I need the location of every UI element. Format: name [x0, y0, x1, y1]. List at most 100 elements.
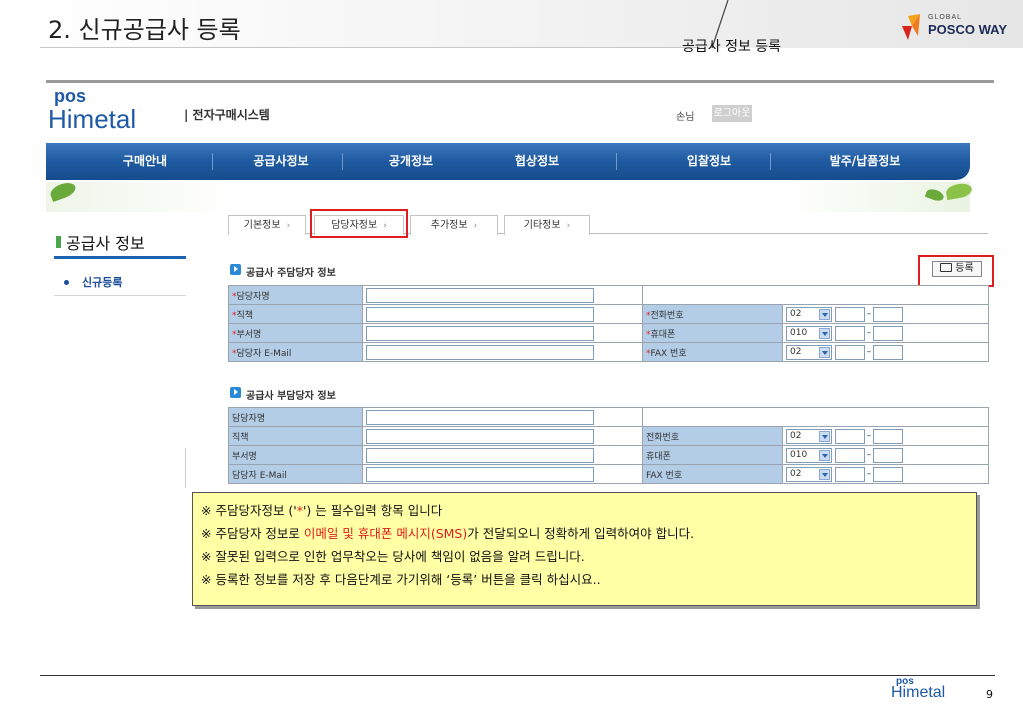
fax-middle-input[interactable]: [834, 466, 865, 482]
tab-arrow-icon: ›: [473, 221, 478, 231]
nav-item-public-info[interactable]: 공개정보: [356, 143, 466, 180]
secondary-department-input[interactable]: [366, 447, 594, 463]
area-code-select[interactable]: 02: [786, 428, 832, 444]
field-cell: [362, 342, 643, 362]
tab-label: 추가정보: [430, 220, 468, 231]
dash-separator: –: [866, 431, 872, 441]
secondary-name-input[interactable]: [366, 409, 594, 425]
leaf-decoration: [924, 187, 946, 203]
phone-last-input[interactable]: [872, 428, 903, 444]
notice-line: ※ 주담당자 정보로 이메일 및 휴대폰 메시지(SMS)가 전달되오니 정확하…: [201, 522, 976, 545]
tab-arrow-icon: ›: [566, 221, 571, 231]
field-label: *전화번호: [642, 304, 783, 324]
label-text: 담당자명: [236, 291, 270, 302]
select-value: 02: [790, 308, 802, 319]
nav-item-purchase-guide[interactable]: 구매안내: [90, 143, 200, 180]
nav-item-bid-info[interactable]: 입찰정보: [654, 143, 764, 180]
form-row: 담당자 E-Mail FAX 번호 02 –: [228, 464, 989, 484]
decorative-band: [46, 179, 974, 212]
field-cell: [362, 323, 643, 343]
fax-middle-input[interactable]: [834, 344, 865, 360]
secondary-position-input[interactable]: [366, 428, 594, 444]
mobile-cell: 010 –: [782, 323, 989, 343]
field-label: *부서명: [228, 323, 363, 343]
section-arrow-icon: [230, 387, 241, 398]
primary-contact-form: *담당자명 *직책 *전화번호 02 – *부서명 *휴대폰 010 – *담당…: [228, 285, 989, 362]
notice-highlight-text: 이메일 및 휴대폰 메시지(SMS): [303, 526, 468, 541]
label-text: 직책: [236, 310, 254, 321]
empty-cell: [642, 285, 989, 305]
nav-separator: [212, 153, 213, 170]
mobile-middle-input[interactable]: [834, 325, 865, 341]
fax-last-input[interactable]: [872, 344, 903, 360]
phone-middle-input[interactable]: [834, 306, 865, 322]
nav-separator: [616, 153, 617, 170]
form-row: 담당자명: [228, 407, 989, 427]
himetal-logo[interactable]: pos Himetal: [48, 86, 198, 136]
field-label: *휴대폰: [642, 323, 783, 343]
primary-name-input[interactable]: [366, 287, 594, 303]
leaf-decoration: [48, 179, 78, 203]
field-cell: [362, 445, 643, 465]
label-text: 담당자 E-Mail: [236, 348, 292, 359]
empty-cell: [642, 407, 989, 427]
bullet-icon: [64, 280, 69, 285]
select-value: 010: [790, 327, 808, 338]
screenshot-top-border: [46, 80, 994, 83]
fax-cell: 02 –: [782, 342, 989, 362]
mobile-prefix-select[interactable]: 010: [786, 447, 832, 463]
area-code-select[interactable]: 02: [786, 306, 832, 322]
form-row: *직책 *전화번호 02 –: [228, 304, 989, 324]
sidebar-divider: [185, 448, 186, 488]
secondary-section-heading: 공급사 부담당자 정보: [246, 391, 336, 402]
dropdown-arrow-icon: [819, 468, 830, 480]
sidebar-title-underline: [54, 256, 186, 259]
sidebar-divider: [54, 295, 186, 296]
guest-label: 손님: [676, 112, 695, 123]
sidebar-item-new-registration[interactable]: 신규등록: [82, 274, 122, 290]
main-nav: 구매안내 공급사정보 공개정보 협상정보 입찰정보 발주/납품정보: [46, 143, 970, 180]
phone-middle-input[interactable]: [834, 428, 865, 444]
nav-item-negotiation-info[interactable]: 협상정보: [482, 143, 592, 180]
label-text: FAX 번호: [650, 348, 687, 359]
form-row: *부서명 *휴대폰 010 –: [228, 323, 989, 343]
field-label: 직책: [228, 426, 363, 446]
primary-department-input[interactable]: [366, 325, 594, 341]
logout-button[interactable]: 로그아웃: [712, 105, 752, 122]
register-button-highlight: [918, 255, 994, 287]
tab-basic-info[interactable]: 기본정보 ›: [228, 215, 306, 235]
fax-cell: 02 –: [782, 464, 989, 484]
phone-last-input[interactable]: [872, 306, 903, 322]
brand-big-text: POSCO WAY: [928, 22, 1007, 37]
dropdown-arrow-icon: [819, 449, 830, 461]
form-row: 직책 전화번호 02 –: [228, 426, 989, 446]
nav-item-supplier-info[interactable]: 공급사정보: [226, 143, 336, 180]
field-cell: [362, 407, 643, 427]
primary-email-input[interactable]: [366, 344, 594, 360]
secondary-email-input[interactable]: [366, 466, 594, 482]
nav-item-order-delivery-info[interactable]: 발주/납품정보: [800, 143, 930, 180]
section-arrow-icon: [230, 264, 241, 275]
mobile-last-input[interactable]: [872, 325, 903, 341]
label-text: 전화번호: [650, 310, 684, 321]
notice-line: ※ 주담당자정보 ('*') 는 필수입력 항목 입니다: [201, 499, 976, 522]
mobile-middle-input[interactable]: [834, 447, 865, 463]
mobile-prefix-select[interactable]: 010: [786, 325, 832, 341]
notice-text: ※ 주담당자 정보로: [201, 526, 304, 541]
section-label: 공급사 정보 등록: [682, 39, 782, 55]
fax-prefix-select[interactable]: 02: [786, 466, 832, 482]
tab-label: 기타정보: [523, 220, 561, 231]
field-cell: [362, 285, 643, 305]
select-value: 02: [790, 346, 802, 357]
primary-position-input[interactable]: [366, 306, 594, 322]
mobile-last-input[interactable]: [872, 447, 903, 463]
tab-additional-info[interactable]: 추가정보 ›: [410, 215, 498, 235]
fax-last-input[interactable]: [872, 466, 903, 482]
tab-other-info[interactable]: 기타정보 ›: [504, 215, 590, 235]
dash-separator: –: [866, 309, 872, 319]
dropdown-arrow-icon: [819, 327, 830, 339]
tab-arrow-icon: ›: [286, 221, 291, 231]
brand-small-text: GLOBAL: [928, 14, 963, 21]
fax-prefix-select[interactable]: 02: [786, 344, 832, 360]
nav-separator: [770, 153, 771, 170]
